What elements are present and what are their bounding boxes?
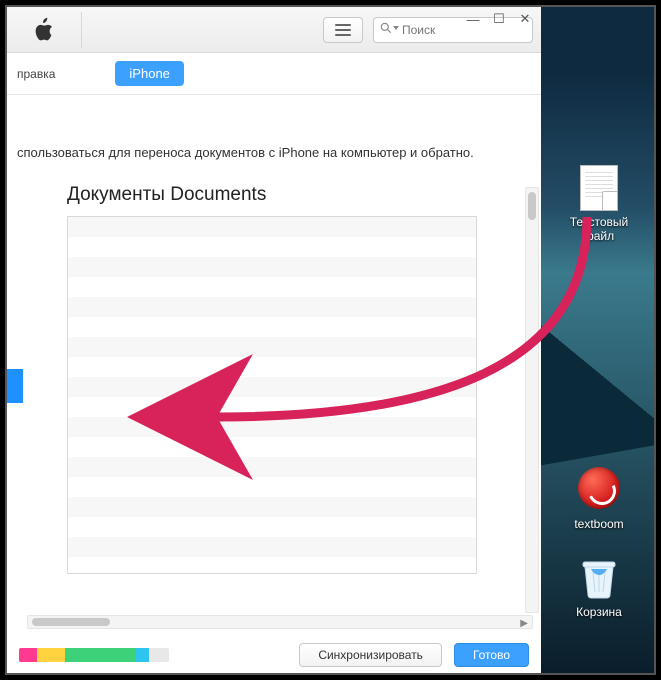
capacity-segment (135, 648, 149, 662)
horizontal-scrollbar[interactable]: ▶ (27, 615, 533, 629)
chevron-down-icon (393, 26, 399, 30)
device-pill-iphone[interactable]: iPhone (115, 61, 183, 86)
desktop-icon-textboom[interactable]: textboom (559, 467, 639, 531)
minimize-button[interactable]: — (463, 11, 483, 27)
document-icon (580, 165, 618, 211)
maximize-button[interactable]: ☐ (489, 11, 509, 27)
close-button[interactable]: ✕ (515, 11, 535, 27)
desktop-icon-label: textboom (559, 517, 639, 531)
capacity-segment (19, 648, 37, 662)
content-area: спользоваться для переноса документов с … (7, 95, 541, 673)
list-view-button[interactable] (323, 17, 363, 43)
titlebar: — ☐ ✕ (7, 7, 541, 53)
trash-icon (579, 555, 619, 599)
apple-logo (15, 7, 71, 52)
documents-drop-area[interactable] (67, 216, 477, 574)
footer-bar: Синхронизировать Готово (7, 637, 541, 673)
menu-help[interactable]: правка (17, 67, 55, 81)
wallpaper-mountain (541, 295, 654, 470)
titlebar-divider (81, 12, 82, 48)
sidebar-selection-stub (7, 369, 23, 403)
capacity-bar (19, 648, 169, 662)
desktop-icon-text-file[interactable]: Текстовый файл (559, 165, 639, 243)
desktop-icon-label: Корзина (559, 605, 639, 619)
itunes-window: — ☐ ✕ правка iPhone спользоваться для пе… (7, 7, 541, 673)
horizontal-scroll-thumb[interactable] (32, 618, 110, 626)
sync-button[interactable]: Синхронизировать (299, 643, 442, 667)
desktop-icon-trash[interactable]: Корзина (559, 555, 639, 619)
window-controls: — ☐ ✕ (463, 7, 535, 31)
scroll-right-icon[interactable]: ▶ (520, 618, 528, 629)
capacity-segment (65, 648, 135, 662)
capacity-segment (37, 648, 65, 662)
textboom-icon (578, 467, 620, 509)
vertical-scrollbar[interactable] (525, 187, 539, 613)
transfer-description: спользоваться для переноса документов с … (17, 145, 541, 160)
device-bar: правка iPhone (7, 53, 541, 95)
desktop-icon-label: Текстовый файл (559, 215, 639, 243)
done-button[interactable]: Готово (454, 643, 529, 667)
documents-heading: Документы Documents (67, 184, 541, 206)
vertical-scroll-thumb[interactable] (528, 192, 536, 220)
desktop-area: Текстовый файл textboom Корзина (541, 7, 654, 673)
capacity-segment (149, 648, 169, 662)
